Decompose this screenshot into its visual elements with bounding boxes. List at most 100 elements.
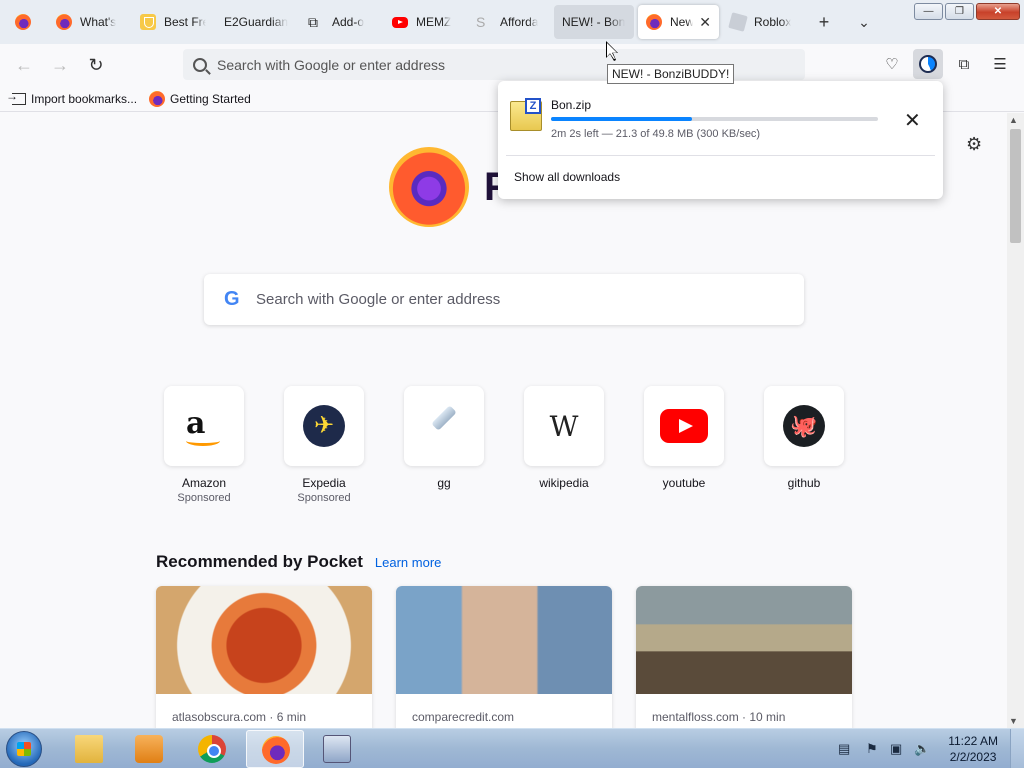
taskbar-firefox[interactable] [246, 730, 304, 768]
firefox-icon [646, 14, 662, 30]
tab-roblox[interactable]: Roblox [722, 5, 802, 39]
minimize-button[interactable]: — [914, 3, 943, 20]
tab-affordable[interactable]: S Afforda [468, 5, 552, 39]
cancel-download-close-icon[interactable]: ✕ [904, 108, 921, 133]
taskbar-explorer[interactable] [60, 730, 118, 768]
extensions-icon[interactable]: ⧉ [953, 55, 975, 75]
chrome-icon [198, 735, 226, 763]
youtube-icon [660, 409, 708, 443]
downloads-panel: Z Bon.zip 2m 2s left — 21.3 of 49.8 MB (… [498, 81, 943, 199]
github-icon: 🐙 [783, 405, 825, 447]
url-bar-placeholder: Search with Google or enter address [217, 56, 446, 73]
google-icon: G [224, 288, 240, 310]
tab-add-ons[interactable]: ⧉ Add-o [300, 5, 382, 39]
taskbar-media-player[interactable] [120, 730, 178, 768]
top-site-github[interactable]: 🐙 github [764, 386, 844, 490]
expedia-icon: ✈ [303, 405, 345, 447]
pocket-title: Recommended by Pocket [156, 552, 363, 571]
tab-memz[interactable]: MEMZ [384, 5, 466, 39]
volume-icon[interactable]: 🔈 [914, 741, 930, 757]
search-icon [193, 57, 207, 72]
network-status-icon[interactable]: ▣ [890, 741, 902, 757]
forward-arrow-icon[interactable]: → [49, 54, 71, 76]
pocket-card[interactable]: comparecredit.com [396, 586, 612, 728]
list-all-tabs-chevron-icon[interactable]: ⌄ [854, 12, 874, 32]
learn-more-link[interactable]: Learn more [375, 555, 441, 570]
download-status: 2m 2s left — 21.3 of 49.8 MB (300 KB/sec… [551, 128, 761, 140]
search-input[interactable]: G Search with Google or enter address [204, 274, 804, 325]
bookmark-import[interactable]: Import bookmarks... [6, 89, 137, 106]
roblox-icon [728, 12, 748, 32]
folder-icon [75, 735, 103, 763]
window-controls: — ❐ ✕ [914, 3, 1020, 20]
download-progress-bar [551, 117, 878, 121]
new-tab-page: F ⚙ G Search with Google or enter addres… [0, 113, 1024, 728]
tab-strip: What's Best Fre E2Guardian ⧉ Add-o MEMZ … [0, 0, 1024, 44]
gear-icon[interactable]: ⚙ [966, 134, 982, 155]
downloads-button[interactable] [913, 49, 943, 79]
action-center-flag-icon[interactable]: ⚑ [866, 741, 878, 757]
search-placeholder: Search with Google or enter address [256, 291, 501, 308]
tab-new-tab[interactable]: New ✕ [638, 5, 719, 39]
windows-logo-icon [17, 742, 31, 756]
restore-button[interactable]: ❐ [945, 3, 974, 20]
windows-taskbar: ▤ ⚑ ▣ 🔈 11:22 AM 2/2/2023 [0, 728, 1024, 768]
article-image [396, 586, 612, 694]
pin-icon [431, 405, 457, 431]
divider [506, 155, 935, 156]
tab-whats-new[interactable]: What's [48, 5, 130, 39]
firefox-icon [262, 736, 290, 764]
import-icon [6, 89, 26, 105]
tab-best-free[interactable]: Best Fre [132, 5, 214, 39]
firefox-logo [389, 147, 469, 227]
download-progress-fill [551, 117, 692, 121]
scrollbar-thumb[interactable] [1010, 129, 1021, 243]
zip-file-icon: Z [510, 98, 542, 131]
keyboard-icon [323, 735, 351, 763]
pocket-icon[interactable]: ♡ [881, 55, 903, 75]
top-site-amazon[interactable]: a Amazon Sponsored [164, 386, 244, 504]
article-image [156, 586, 372, 694]
vertical-scrollbar[interactable]: ▲ ▼ [1007, 113, 1024, 728]
puzzle-icon: ⧉ [308, 14, 318, 30]
shield-icon [140, 14, 156, 30]
pocket-header: Recommended by Pocket Learn more [156, 552, 441, 572]
menu-hamburger-icon[interactable]: ☰ [989, 55, 1011, 75]
taskbar-on-screen-keyboard[interactable] [308, 730, 366, 768]
tab-tooltip: NEW! - BonziBUDDY! [607, 64, 735, 84]
new-tab-plus-icon[interactable]: + [814, 12, 834, 32]
back-arrow-icon[interactable]: ← [13, 54, 35, 76]
article-image [636, 586, 852, 694]
top-site-gg[interactable]: gg [404, 386, 484, 490]
navigation-toolbar: ← → ↻ Search with Google or enter addres… [0, 44, 1024, 86]
tab-bonzibuddy[interactable]: NEW! - Bon [554, 5, 634, 39]
dollar-icon: S [476, 14, 486, 30]
media-player-icon [135, 735, 163, 763]
tab-e2guardian[interactable]: E2Guardian [216, 5, 298, 39]
top-site-youtube[interactable]: youtube [644, 386, 724, 490]
bookmark-getting-started[interactable]: Getting Started [149, 90, 251, 107]
close-tab-icon[interactable]: ✕ [699, 14, 711, 31]
scroll-up-icon[interactable]: ▲ [1009, 115, 1018, 125]
network-tray-icon[interactable]: ▤ [838, 741, 850, 757]
close-window-button[interactable]: ✕ [976, 3, 1020, 20]
pocket-card[interactable]: mentalfloss.com · 10 min [636, 586, 852, 728]
download-filename[interactable]: Bon.zip [551, 98, 591, 112]
firefox-view-button[interactable] [6, 5, 40, 39]
youtube-icon [392, 16, 408, 28]
download-progress-icon [919, 55, 937, 73]
top-site-expedia[interactable]: ✈ Expedia Sponsored [284, 386, 364, 504]
system-clock[interactable]: 11:22 AM 2/2/2023 [948, 733, 998, 765]
firefox-icon [56, 14, 72, 30]
firefox-icon [149, 90, 166, 107]
firefox-icon [15, 14, 31, 30]
taskbar-chrome[interactable] [183, 730, 241, 768]
wikipedia-icon: W [549, 410, 579, 443]
show-all-downloads-button[interactable]: Show all downloads [514, 170, 620, 184]
top-site-wikipedia[interactable]: W wikipedia [524, 386, 604, 490]
reload-icon[interactable]: ↻ [85, 54, 107, 76]
show-desktop-button[interactable] [1010, 729, 1024, 768]
pocket-card[interactable]: atlasobscura.com · 6 min [156, 586, 372, 728]
start-button[interactable] [6, 731, 42, 767]
scroll-down-icon[interactable]: ▼ [1009, 716, 1018, 726]
